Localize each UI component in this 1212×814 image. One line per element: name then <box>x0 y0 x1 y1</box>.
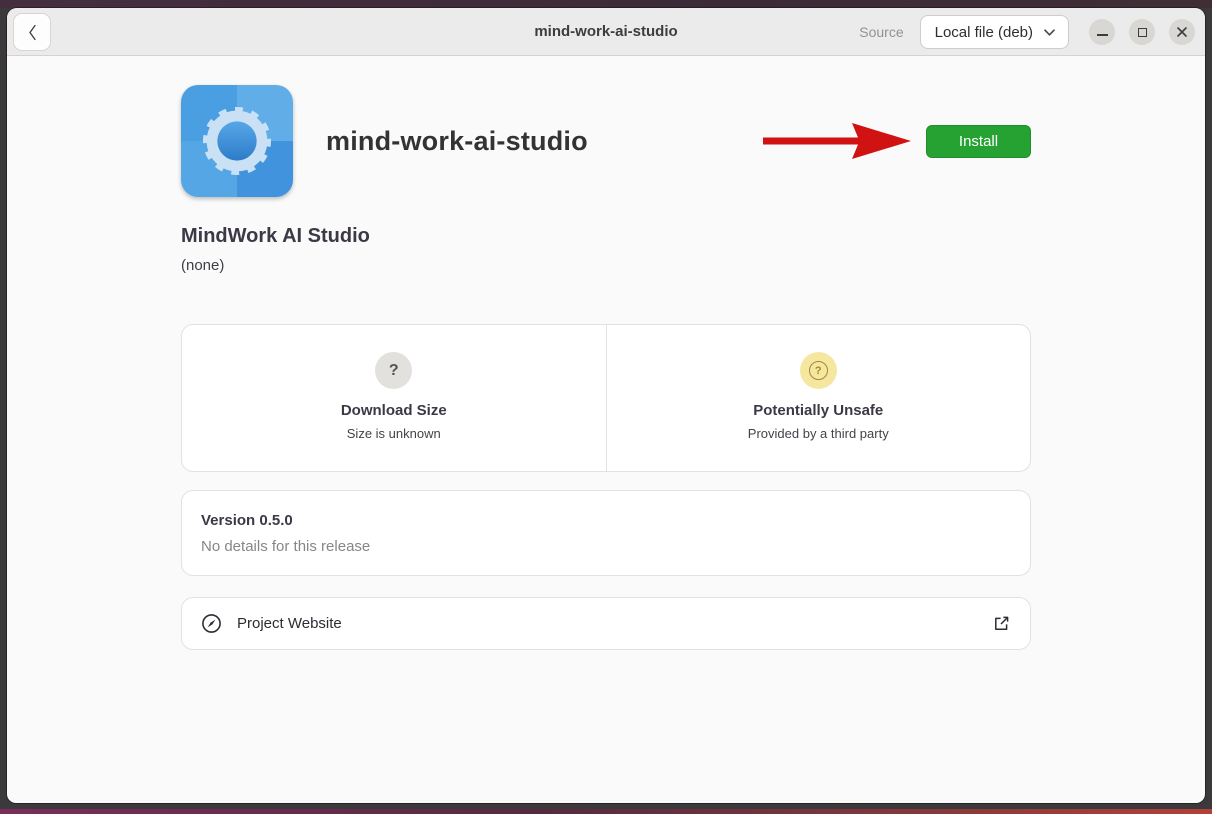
safety-tile[interactable]: ? Potentially Unsafe Provided by a third… <box>606 325 1031 471</box>
circled-question-icon: ? <box>800 352 837 389</box>
app-display-name: MindWork AI Studio <box>181 225 1031 248</box>
desktop-wallpaper-top-edge <box>0 0 1212 8</box>
titlebar: mind-work-ai-studio Source Local file (d… <box>7 8 1205 56</box>
minimize-button[interactable] <box>1089 19 1115 45</box>
version-details: No details for this release <box>201 538 1011 555</box>
version-title: Version 0.5.0 <box>201 512 1011 529</box>
app-icon <box>181 85 293 197</box>
app-details-page: mind-work-ai-studio Install MindWork AI … <box>181 56 1031 650</box>
gnome-software-window: mind-work-ai-studio Source Local file (d… <box>7 8 1205 803</box>
version-card: Version 0.5.0 No details for this releas… <box>181 490 1031 576</box>
download-size-tile[interactable]: ? Download Size Size is unknown <box>182 325 606 471</box>
app-developer: (none) <box>181 257 1031 274</box>
install-button[interactable]: Install <box>926 125 1031 158</box>
source-dropdown-value: Local file (deb) <box>935 24 1033 41</box>
maximize-button[interactable] <box>1129 19 1155 45</box>
compass-icon <box>201 613 222 634</box>
app-header: mind-work-ai-studio Install <box>181 85 1031 197</box>
close-icon <box>1176 26 1188 38</box>
context-tiles-card: ? Download Size Size is unknown ? Potent… <box>181 324 1031 472</box>
tile-subtitle: Provided by a third party <box>627 426 1011 441</box>
source-label: Source <box>859 24 903 40</box>
source-dropdown[interactable]: Local file (deb) <box>920 15 1069 49</box>
tile-title: Download Size <box>202 402 586 419</box>
project-website-row[interactable]: Project Website <box>181 597 1031 650</box>
question-mark-icon: ? <box>375 352 412 389</box>
tile-subtitle: Size is unknown <box>202 426 586 441</box>
minimize-icon <box>1097 34 1108 36</box>
close-button[interactable] <box>1169 19 1195 45</box>
desktop-wallpaper-bottom-edge <box>0 809 1212 814</box>
website-label: Project Website <box>237 615 342 632</box>
annotation-arrow <box>763 116 913 166</box>
maximize-icon <box>1138 28 1147 37</box>
chevron-down-icon <box>1043 28 1056 37</box>
app-name: mind-work-ai-studio <box>326 126 588 157</box>
tile-title: Potentially Unsafe <box>627 402 1011 419</box>
gear-icon <box>196 100 278 182</box>
external-link-icon <box>992 614 1011 633</box>
